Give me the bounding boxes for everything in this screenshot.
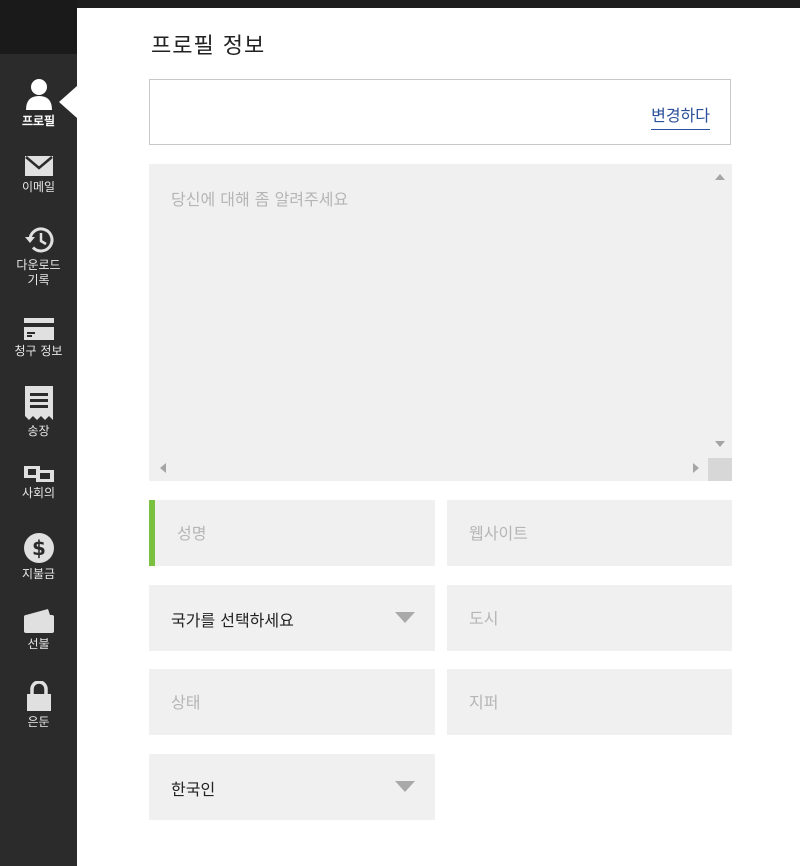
sidebar: 프로필 이메일 다운로드 기록 청구 정보 송장 사회의 $ 지불금 선불 은둔	[0, 0, 77, 866]
state-field-container	[149, 669, 435, 735]
svg-text:$: $	[32, 536, 46, 560]
page-title: 프로필 정보	[151, 34, 266, 59]
social-icon	[23, 466, 54, 482]
scroll-left-arrow[interactable]	[160, 463, 166, 473]
scroll-corner	[708, 458, 732, 481]
sidebar-item-label: 이메일	[21, 180, 56, 194]
top-bar	[0, 0, 800, 8]
country-select[interactable]: 국가를 선택하세요	[149, 585, 435, 651]
user-icon	[25, 79, 52, 110]
sidebar-item-label: 지불금	[21, 567, 56, 581]
city-field-container	[447, 585, 732, 651]
sidebar-item-download-history[interactable]: 다운로드 기록	[0, 226, 77, 288]
sidebar-item-payments[interactable]: $ 지불금	[0, 533, 77, 582]
active-item-pointer	[59, 86, 77, 118]
nationality-select[interactable]: 한국인	[149, 754, 435, 820]
dollar-icon: $	[23, 533, 54, 563]
sidebar-item-label: 청구 정보	[14, 344, 63, 358]
chevron-down-icon	[395, 781, 415, 792]
credit-card-icon	[23, 318, 54, 340]
scroll-right-arrow[interactable]	[693, 463, 699, 473]
bio-textarea-container	[149, 164, 732, 481]
sidebar-item-label: 다운로드 기록	[16, 258, 61, 287]
sidebar-header	[0, 0, 77, 54]
sidebar-item-invoice[interactable]: 송장	[0, 386, 77, 439]
state-input[interactable]	[149, 669, 435, 735]
sidebar-item-label: 사회의	[21, 486, 56, 500]
receipt-icon	[24, 386, 53, 420]
envelope-icon	[24, 156, 53, 176]
scroll-up-arrow[interactable]	[715, 174, 725, 180]
sidebar-item-label: 은둔	[27, 715, 50, 729]
website-input[interactable]	[447, 500, 732, 566]
change-link[interactable]: 변경하다	[651, 102, 710, 130]
lock-icon	[26, 681, 51, 711]
sidebar-item-label: 선불	[27, 637, 50, 651]
sidebar-item-email[interactable]: 이메일	[0, 156, 77, 195]
sidebar-item-label: 송장	[27, 424, 50, 438]
city-input[interactable]	[447, 585, 732, 651]
name-input[interactable]	[155, 500, 435, 566]
website-field-container	[447, 500, 732, 566]
name-field-container	[149, 500, 435, 566]
sidebar-item-social[interactable]: 사회의	[0, 466, 77, 501]
zip-field-container	[447, 669, 732, 735]
sidebar-item-privacy[interactable]: 은둔	[0, 681, 77, 730]
chevron-down-icon	[395, 612, 415, 623]
profile-url-box: 변경하다	[149, 79, 731, 145]
sidebar-item-billing[interactable]: 청구 정보	[0, 318, 77, 359]
nationality-select-value: 한국인	[171, 780, 216, 799]
scroll-down-arrow[interactable]	[715, 441, 725, 447]
history-icon	[24, 227, 53, 253]
sidebar-item-prepaid[interactable]: 선불	[0, 609, 77, 652]
zip-input[interactable]	[447, 669, 732, 735]
country-select-value: 국가를 선택하세요	[171, 611, 294, 630]
sidebar-item-label: 프로필	[21, 114, 56, 128]
wallet-icon	[23, 609, 54, 633]
bio-textarea[interactable]	[149, 164, 707, 458]
